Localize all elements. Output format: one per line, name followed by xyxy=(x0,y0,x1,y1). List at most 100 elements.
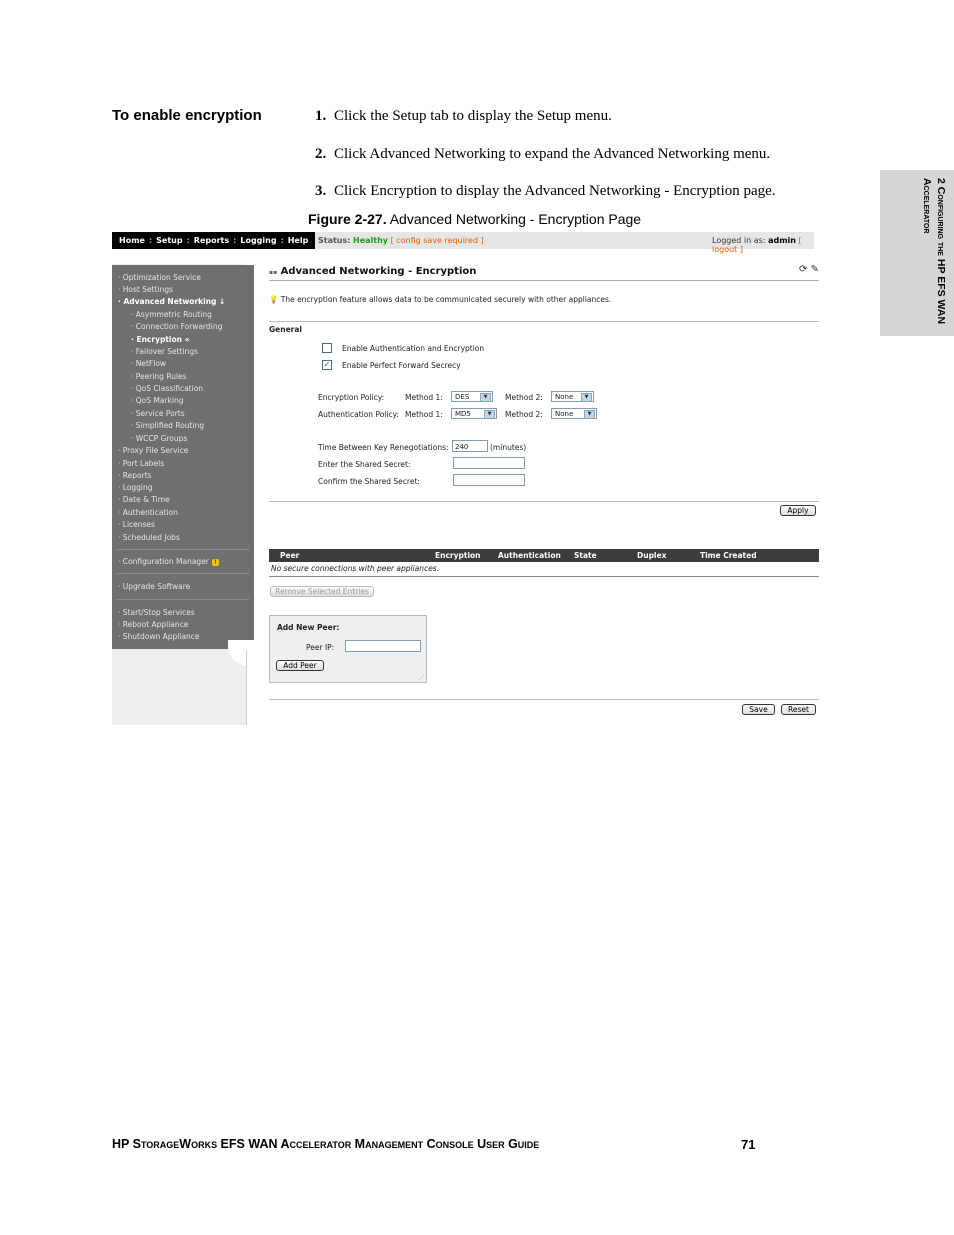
step-text: Click Encryption to display the Advanced… xyxy=(334,183,776,199)
auth-method2-select[interactable]: None ▼ xyxy=(551,408,597,419)
chevron-down-icon: ▼ xyxy=(584,410,595,419)
sidebar-item-host-settings[interactable]: · Host Settings xyxy=(118,285,173,294)
section-divider xyxy=(269,321,819,322)
sidebar-item-reports[interactable]: · Reports xyxy=(118,471,152,480)
shared-secret-input[interactable] xyxy=(453,457,525,469)
sidebar-item-netflow[interactable]: · NetFlow xyxy=(131,359,166,368)
chevron-down-icon: ▼ xyxy=(480,393,491,402)
peer-ip-input[interactable] xyxy=(345,640,421,652)
refresh-icon[interactable]: ⟳ xyxy=(799,264,807,275)
column-header-authentication[interactable]: Authentication xyxy=(498,551,561,560)
sidebar-item-licenses[interactable]: · Licenses xyxy=(118,520,155,529)
sidebar-item-proxy-file-service[interactable]: · Proxy File Service xyxy=(118,446,188,455)
add-peer-heading: Add New Peer: xyxy=(277,623,340,632)
sidebar-item-start-stop-services[interactable]: · Start/Stop Services xyxy=(118,608,195,617)
save-button[interactable]: Save xyxy=(742,704,775,715)
sidebar-item-shutdown-appliance[interactable]: · Shutdown Appliance xyxy=(118,632,200,641)
config-save-link[interactable]: [ config save required ] xyxy=(391,236,484,245)
add-peer-panel: Add New Peer: Peer IP: Add Peer ⋰ xyxy=(269,615,427,683)
empty-table-message: No secure connections with peer applianc… xyxy=(271,564,440,573)
tab-setup[interactable]: Setup xyxy=(152,236,186,245)
sidebar-item-scheduled-jobs[interactable]: · Scheduled Jobs xyxy=(118,533,180,542)
select-value: None xyxy=(555,410,574,418)
sidebar-item-connection-forwarding[interactable]: · Connection Forwarding xyxy=(131,322,222,331)
step-number: 3. xyxy=(315,183,327,199)
sidebar-item-wccp-groups[interactable]: · WCCP Groups xyxy=(131,434,187,443)
help-book-icon[interactable]: ✎ xyxy=(811,264,819,275)
tab-help[interactable]: Help xyxy=(284,236,313,245)
sidebar-divider xyxy=(117,573,249,574)
column-header-state[interactable]: State xyxy=(574,551,597,560)
column-header-peer[interactable]: Peer xyxy=(280,551,299,560)
shared-secret-label: Enter the Shared Secret: xyxy=(318,460,411,469)
main-content: ▪▪ Advanced Networking - Encryption ⟳ ✎ … xyxy=(269,264,819,725)
column-header-encryption[interactable]: Encryption xyxy=(435,551,481,560)
add-peer-button[interactable]: Add Peer xyxy=(276,660,324,671)
sidebar-item-date-time[interactable]: · Date & Time xyxy=(118,495,170,504)
confirm-secret-input[interactable] xyxy=(453,474,525,486)
sidebar-item-service-ports[interactable]: · Service Ports xyxy=(131,409,185,418)
info-text: The encryption feature allows data to be… xyxy=(280,295,612,304)
peer-ip-label: Peer IP: xyxy=(306,643,335,652)
sidebar-item-upgrade-software[interactable]: · Upgrade Software xyxy=(118,582,190,591)
column-header-time-created[interactable]: Time Created xyxy=(700,551,757,560)
sidebar-item-encryption[interactable]: · Encryption « xyxy=(131,335,189,344)
breadcrumb-icon: ▪▪ xyxy=(269,269,278,276)
logged-in-info: Logged in as: admin [ logout ] xyxy=(712,236,826,254)
enc-method2-select[interactable]: None ▼ xyxy=(551,391,594,402)
select-value: DES xyxy=(455,393,470,401)
key-renegotiation-input[interactable]: 240 xyxy=(452,440,488,452)
nav-tabs: Home: Setup: Reports: Logging: Help xyxy=(112,232,316,249)
remove-selected-button[interactable]: Remove Selected Entries xyxy=(270,586,374,597)
warning-badge-icon: ! xyxy=(211,559,219,566)
tab-reports[interactable]: Reports xyxy=(190,236,233,245)
chevron-down-icon: ▼ xyxy=(581,393,592,402)
enc-method1-label: Method 1: xyxy=(405,393,443,402)
sidebar-item-label: · Configuration Manager xyxy=(118,557,209,566)
footer-title: HP StorageWorks EFS WAN Accelerator Mana… xyxy=(112,1137,540,1151)
lightbulb-icon: 💡 xyxy=(269,295,279,304)
sidebar-item-optimization-service[interactable]: · Optimization Service xyxy=(118,273,201,282)
sidebar-item-reboot-appliance[interactable]: · Reboot Appliance xyxy=(118,620,188,629)
enable-auth-label: Enable Authentication and Encryption xyxy=(342,344,485,353)
sidebar-divider xyxy=(117,549,249,550)
select-value: MD5 xyxy=(455,410,471,418)
step-2: 2. Click Advanced Networking to expand th… xyxy=(315,146,770,163)
figure-caption: Figure 2-27. Advanced Networking - Encry… xyxy=(308,211,641,227)
sidebar-edge xyxy=(246,650,247,725)
status-value: Healthy xyxy=(353,236,389,245)
title-divider xyxy=(269,280,819,281)
reset-button[interactable]: Reset xyxy=(781,704,816,715)
select-value: None xyxy=(555,393,574,401)
enc-method1-select[interactable]: DES ▼ xyxy=(451,391,493,402)
section-divider xyxy=(269,501,819,502)
status-label: Status: xyxy=(318,236,351,245)
sidebar-item-peering-rules[interactable]: · Peering Rules xyxy=(131,372,187,381)
column-header-duplex[interactable]: Duplex xyxy=(637,551,666,560)
sidebar-item-failover-settings[interactable]: · Failover Settings xyxy=(131,347,198,356)
tab-logging[interactable]: Logging xyxy=(236,236,280,245)
tab-home[interactable]: Home xyxy=(115,236,149,245)
apply-button[interactable]: Apply xyxy=(780,505,816,516)
enable-pfs-checkbox[interactable]: ✓ xyxy=(322,360,332,370)
enable-auth-checkbox[interactable] xyxy=(322,343,332,353)
sidebar-menu: · Optimization Service · Host Settings ·… xyxy=(112,265,254,649)
figure-title: Advanced Networking - Encryption Page xyxy=(389,211,642,227)
step-text: Click Advanced Networking to expand the … xyxy=(334,146,771,162)
section-heading: To enable encryption xyxy=(112,107,262,124)
sidebar-item-qos-classification[interactable]: · QoS Classification xyxy=(131,384,203,393)
page-title-text: Advanced Networking - Encryption xyxy=(280,266,477,277)
resize-grip-icon[interactable]: ⋰ xyxy=(418,674,424,681)
sidebar-item-simplified-routing[interactable]: · Simplified Routing xyxy=(131,421,204,430)
sidebar-item-logging[interactable]: · Logging xyxy=(118,483,153,492)
sidebar-item-asymmetric-routing[interactable]: · Asymmetric Routing xyxy=(131,310,212,319)
sidebar-item-qos-marking[interactable]: · QoS Marking xyxy=(131,396,184,405)
sidebar-item-configuration-manager[interactable]: · Configuration Manager! xyxy=(118,557,219,566)
chevron-down-icon: ▼ xyxy=(484,410,495,419)
sidebar-item-authentication[interactable]: · Authentication xyxy=(118,508,178,517)
sidebar-item-port-labels[interactable]: · Port Labels xyxy=(118,459,164,468)
sidebar-item-advanced-networking[interactable]: · Advanced Networking ↓ xyxy=(118,297,225,306)
auth-method1-select[interactable]: MD5 ▼ xyxy=(451,408,497,419)
key-renegotiation-label: Time Between Key Renegotiations: xyxy=(318,443,449,452)
page-number: 71 xyxy=(741,1137,756,1152)
